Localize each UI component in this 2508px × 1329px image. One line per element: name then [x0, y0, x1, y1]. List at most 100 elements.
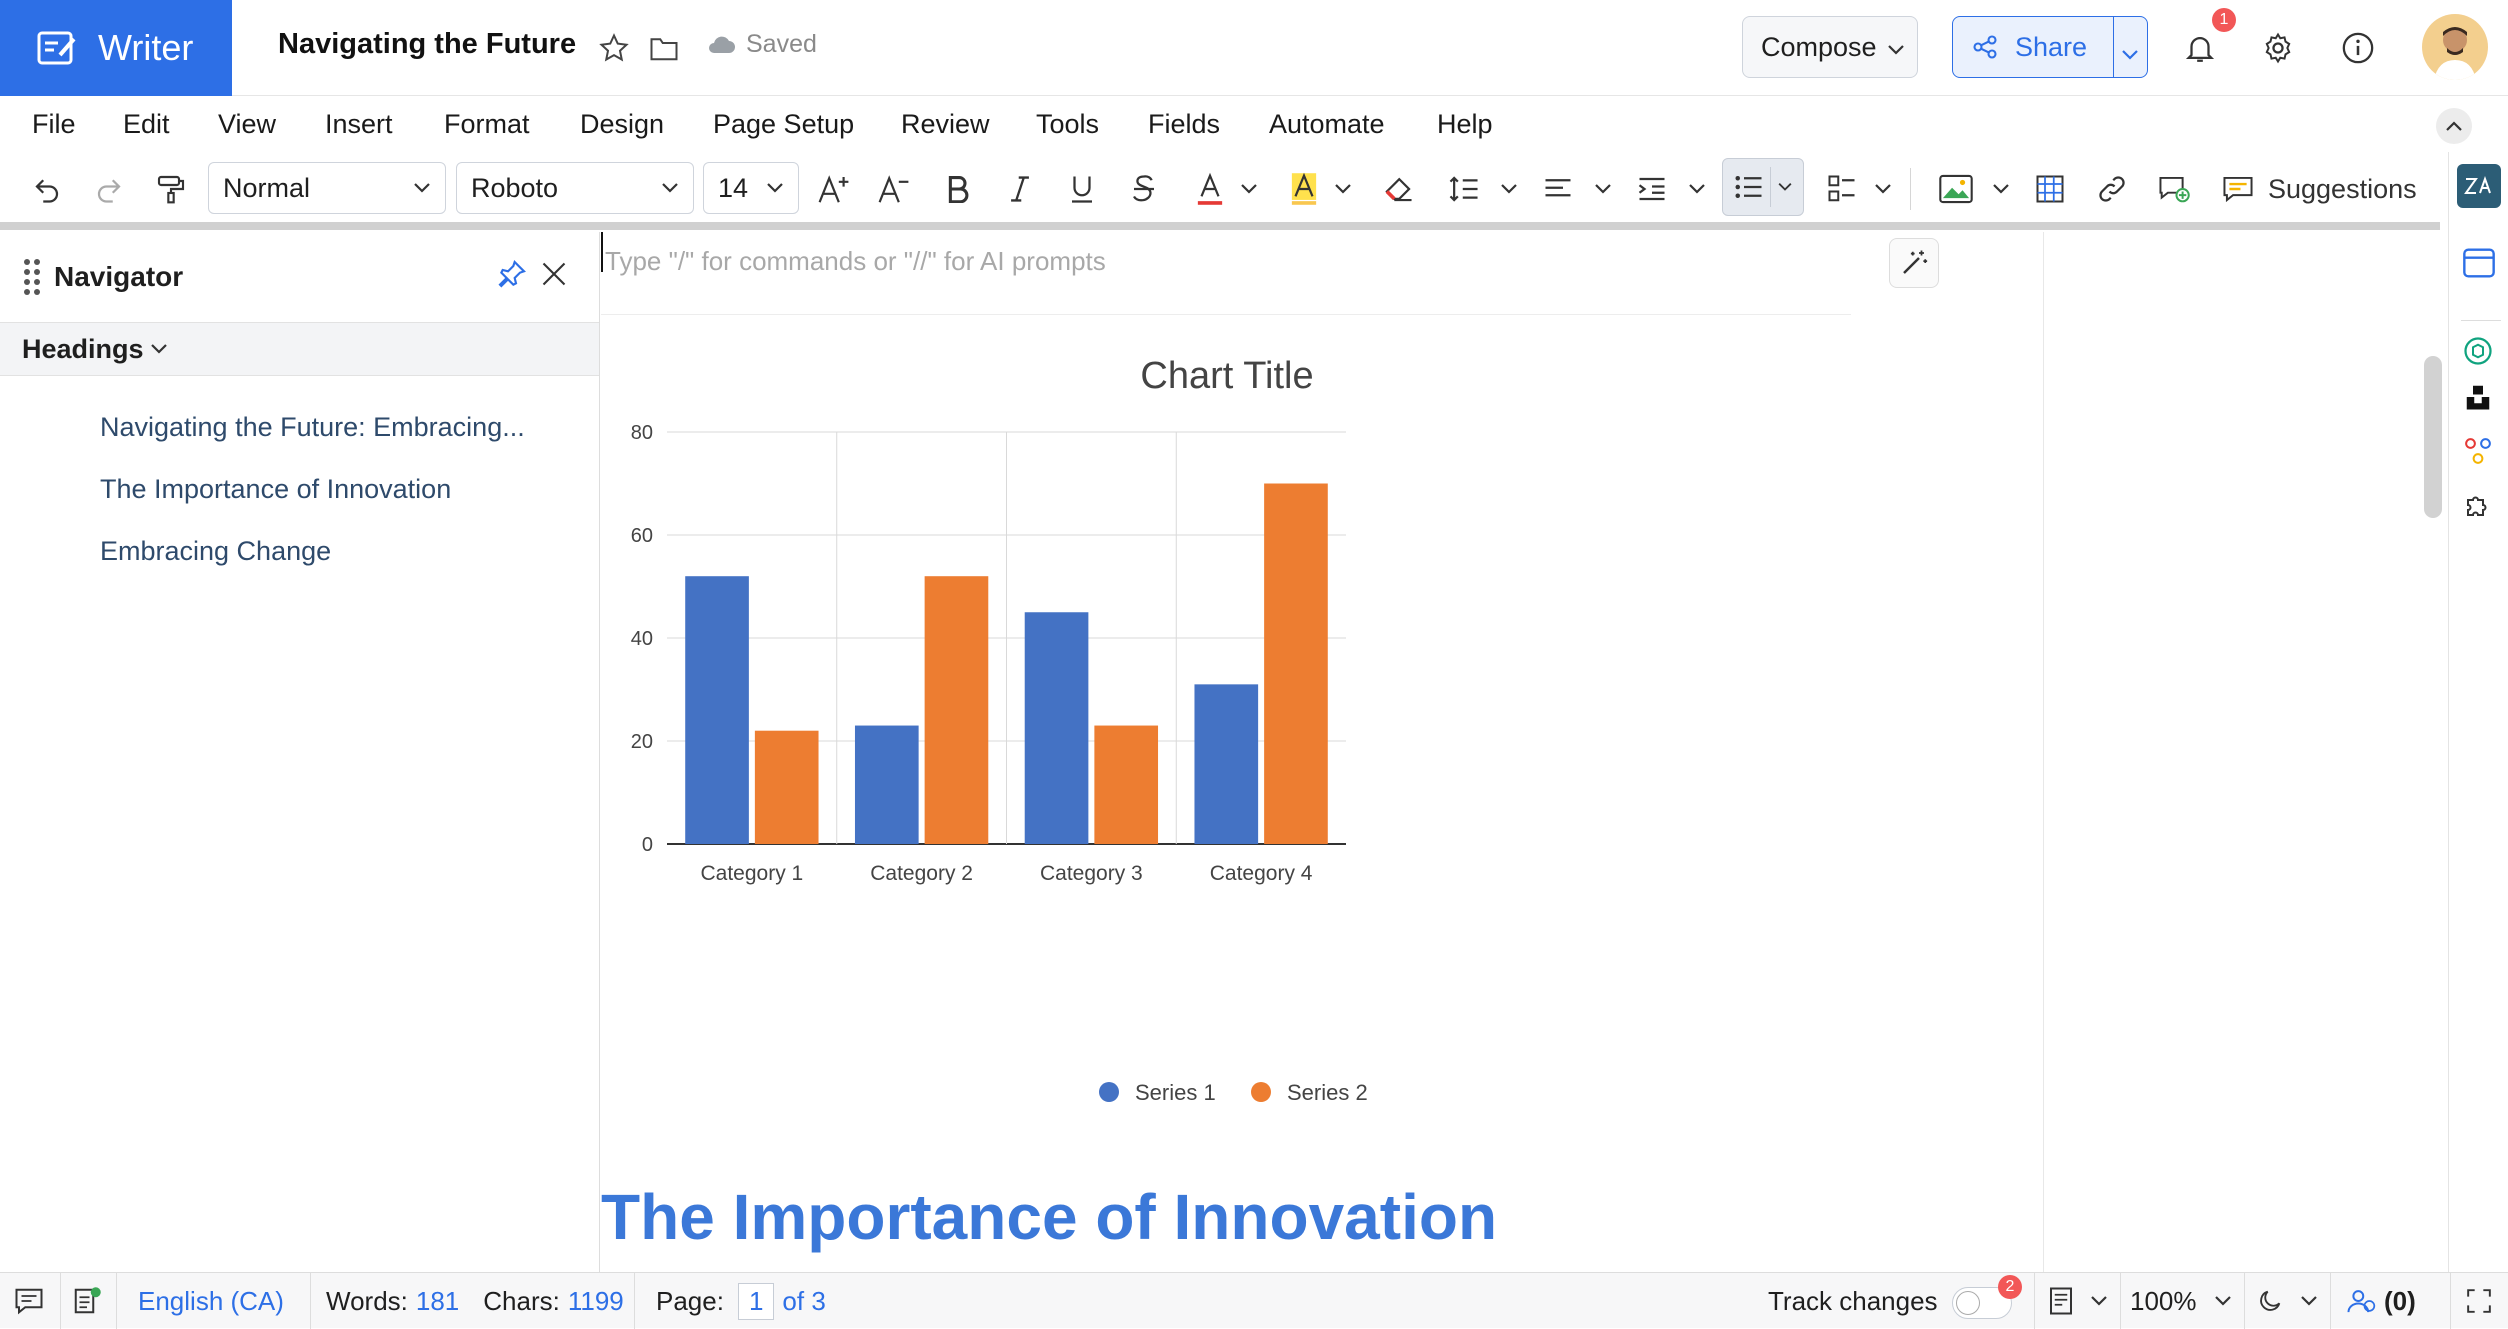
menu-fields[interactable]: Fields [1148, 109, 1220, 140]
app-brand[interactable]: Writer [0, 0, 232, 96]
bar-series-2-category-4[interactable] [1264, 483, 1328, 845]
chatgpt-icon[interactable] [2463, 336, 2493, 371]
share-options-chevron-icon[interactable] [2121, 37, 2139, 68]
underline-icon[interactable] [1062, 164, 1102, 214]
image-dropdown-icon[interactable] [1988, 164, 2014, 214]
bar-series-2-category-1[interactable] [754, 730, 819, 844]
editor-placeholder[interactable]: Type "/" for commands or "//" for AI pro… [605, 246, 1106, 277]
menu-view[interactable]: View [218, 109, 276, 140]
add-comment-icon[interactable] [2154, 164, 2194, 214]
checklist-dropdown-icon[interactable] [1870, 164, 1896, 214]
italic-icon[interactable] [1000, 164, 1040, 214]
navigator-item[interactable]: Embracing Change [100, 536, 331, 567]
bold-icon[interactable] [938, 164, 978, 214]
line-spacing-icon[interactable] [1444, 164, 1484, 214]
avatar[interactable] [2422, 14, 2488, 80]
headings-filter[interactable]: Headings [0, 322, 599, 376]
decrease-font-icon[interactable] [872, 164, 916, 214]
bar-series-1-category-3[interactable] [1024, 612, 1089, 844]
highlight-dropdown-icon[interactable] [1330, 164, 1356, 214]
menu-insert[interactable]: Insert [325, 109, 393, 140]
legend-marker-series-2 [1251, 1082, 1271, 1102]
bell-icon[interactable] [2178, 26, 2222, 70]
vertical-scrollbar[interactable] [2424, 356, 2442, 518]
fullscreen-icon[interactable] [2466, 1273, 2492, 1329]
menu-page-setup[interactable]: Page Setup [713, 109, 854, 140]
page-number-input[interactable]: 1 [737, 1282, 775, 1320]
bar-series-2-category-3[interactable] [1094, 725, 1159, 844]
increase-font-icon[interactable] [812, 164, 856, 214]
menu-format[interactable]: Format [444, 109, 530, 140]
puzzle-icon[interactable] [2463, 490, 2493, 525]
collapse-toolbar-button[interactable] [2436, 108, 2472, 144]
indent-dropdown-icon[interactable] [1684, 164, 1710, 214]
redo-icon[interactable] [88, 164, 130, 214]
navigator-item[interactable]: The Importance of Innovation [100, 474, 451, 505]
strikethrough-icon[interactable] [1124, 164, 1164, 214]
highlight-color-icon[interactable] [1284, 164, 1324, 214]
drag-handle-icon[interactable] [22, 257, 42, 297]
insert-link-icon[interactable] [2092, 164, 2132, 214]
menu-help[interactable]: Help [1437, 109, 1493, 140]
menu-review[interactable]: Review [901, 109, 990, 140]
zoom-level[interactable]: 100% [2130, 1273, 2197, 1329]
gear-icon[interactable] [2256, 26, 2300, 70]
format-painter-icon[interactable] [150, 164, 192, 214]
font-color-icon[interactable] [1190, 164, 1230, 214]
font-size-select[interactable]: 14 [703, 162, 799, 214]
insert-table-icon[interactable] [2030, 164, 2070, 214]
bar-series-1-category-1[interactable] [685, 576, 749, 844]
menu-edit[interactable]: Edit [123, 109, 170, 140]
insert-image-icon[interactable] [1936, 164, 1976, 214]
font-family-select[interactable]: Roboto [456, 162, 694, 214]
bar-series-1-category-4[interactable] [1194, 684, 1259, 844]
font-color-dropdown-icon[interactable] [1236, 164, 1262, 214]
ai-magic-wand-icon[interactable] [1889, 238, 1939, 288]
align-dropdown-icon[interactable] [1590, 164, 1616, 214]
page-view-icon[interactable] [2046, 1273, 2076, 1329]
menu-bar: File Edit View Insert Format Design Page… [0, 96, 2508, 152]
navigator-item[interactable]: Navigating the Future: Embracing... [100, 412, 525, 443]
section-heading[interactable]: The Importance of Innovation [601, 1180, 1497, 1254]
bullet-list-button[interactable] [1722, 158, 1804, 216]
document-title[interactable]: Navigating the Future [278, 28, 576, 61]
templates-icon[interactable] [2463, 248, 2495, 283]
comments-icon[interactable] [14, 1273, 44, 1329]
menu-file[interactable]: File [32, 109, 76, 140]
saved-label: Saved [746, 30, 817, 58]
document-editor[interactable]: Type "/" for commands or "//" for AI pro… [601, 232, 2043, 1272]
undo-icon[interactable] [26, 164, 68, 214]
folder-icon[interactable] [646, 30, 682, 66]
bar-series-1-category-2[interactable] [854, 725, 919, 844]
unsplash-icon[interactable] [2463, 382, 2493, 417]
close-icon[interactable] [540, 260, 568, 293]
bar-series-2-category-2[interactable] [924, 576, 989, 844]
menu-tools[interactable]: Tools [1036, 109, 1099, 140]
pin-icon[interactable] [496, 258, 528, 295]
clear-formatting-icon[interactable] [1378, 164, 1418, 214]
line-spacing-dropdown-icon[interactable] [1496, 164, 1522, 214]
collaborators-icon[interactable] [2346, 1273, 2378, 1329]
compose-button[interactable]: Compose [1742, 16, 1918, 78]
page-view-dropdown-icon[interactable] [2090, 1273, 2108, 1329]
share-button[interactable]: Share [1952, 16, 2148, 78]
menu-automate[interactable]: Automate [1269, 109, 1385, 140]
info-icon[interactable] [2336, 26, 2380, 70]
notification-badge: 1 [2212, 8, 2236, 32]
language-selector[interactable]: English (CA) [138, 1273, 284, 1329]
moon-icon[interactable] [2256, 1273, 2284, 1329]
paragraph-style-select[interactable]: Normal [208, 162, 446, 214]
star-icon[interactable] [596, 30, 632, 66]
theme-dropdown-icon[interactable] [2300, 1273, 2318, 1329]
diagram-icon[interactable] [2463, 436, 2493, 471]
zoom-dropdown-icon[interactable] [2214, 1273, 2232, 1329]
zia-icon[interactable] [2457, 164, 2501, 208]
align-left-icon[interactable] [1538, 164, 1578, 214]
menu-design[interactable]: Design [580, 109, 664, 140]
suggestions-button[interactable]: Suggestions [2222, 164, 2432, 214]
checklist-icon[interactable] [1822, 164, 1862, 214]
indent-icon[interactable] [1632, 164, 1672, 214]
document-check-icon[interactable] [72, 1273, 102, 1329]
toolbar-divider [1910, 168, 1911, 210]
bar-chart[interactable]: Chart Title Category 1 Category 2 Category… [601, 316, 1801, 1216]
